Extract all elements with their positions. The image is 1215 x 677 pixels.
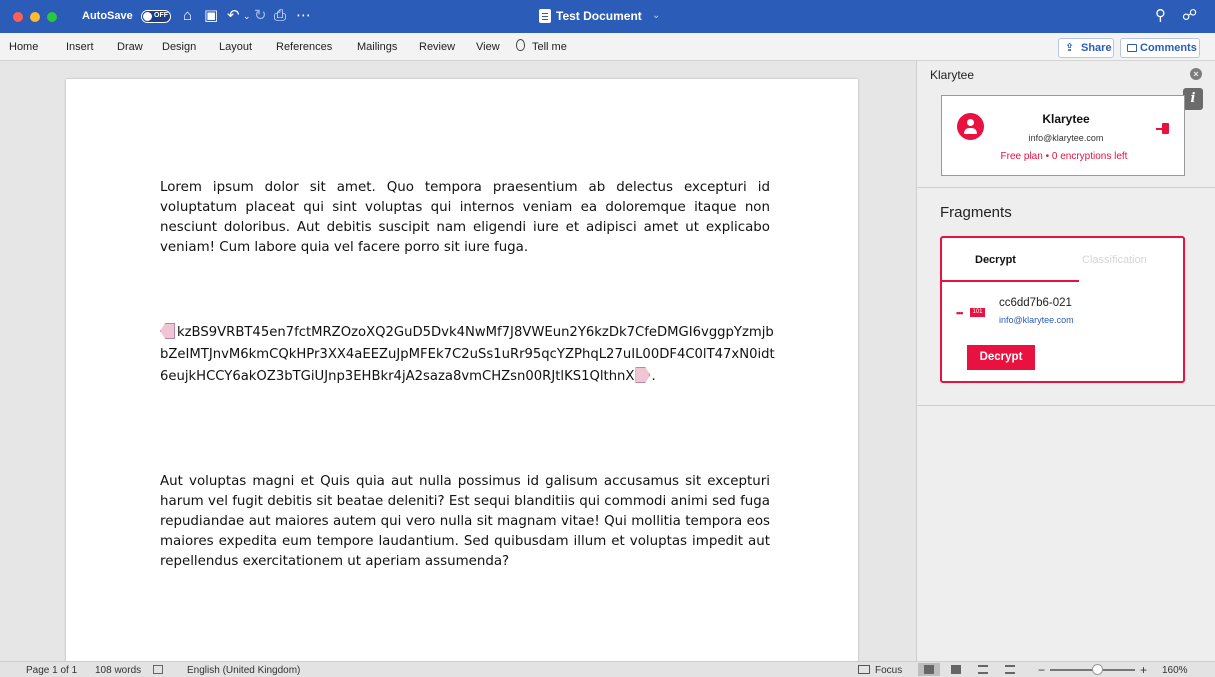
focus-icon[interactable] [858,665,870,674]
fragment-end-marker[interactable] [635,367,651,383]
lightbulb-icon [516,39,525,51]
share-label: Share [1081,42,1112,54]
user-name: Klarytee [1042,112,1090,126]
ribbon: Home Insert Draw Design Layout Reference… [0,33,1215,61]
toggle-knob [143,12,152,21]
tab-layout[interactable]: Layout [219,41,252,53]
fragment-start-marker[interactable] [160,323,175,339]
active-tab-indicator [942,280,1079,282]
chevron-down-icon[interactable]: ⌄ [652,10,660,21]
language[interactable]: English (United Kingdom) [187,665,300,676]
document-icon [539,9,551,23]
share-button[interactable]: ⇪ Share [1058,38,1114,58]
minimize-window-button[interactable] [30,12,40,22]
draft-view-button[interactable] [999,663,1021,676]
close-icon[interactable]: × [1190,68,1202,80]
undo-icon[interactable]: ↶ [227,7,240,25]
tab-insert[interactable]: Insert [66,41,94,53]
logout-icon[interactable] [1156,123,1169,134]
tab-home[interactable]: Home [9,41,38,53]
autosave-state: OFF [154,12,168,19]
document-title[interactable]: Test Document [556,9,642,23]
user-card: Klarytee info@klarytee.com Free plan • 0… [941,95,1185,176]
home-icon[interactable]: ⌂ [183,7,192,25]
comments-button[interactable]: Comments [1120,38,1200,58]
more-icon[interactable]: ⋯ [296,7,311,25]
tab-view[interactable]: View [476,41,500,53]
page-count[interactable]: Page 1 of 1 [26,665,77,676]
user-email: info@klarytee.com [1028,133,1104,143]
cipher-suffix: . [651,369,656,384]
focus-mode[interactable]: Focus [875,665,902,676]
cipher-text: kzBS9VRBT45en7fctMRZOzoXQ2GuD5Dvk4NwMf7J… [160,325,775,384]
tab-references[interactable]: References [276,41,332,53]
zoom-window-button[interactable] [47,12,57,22]
close-window-button[interactable] [13,12,23,22]
tab-decrypt[interactable]: Decrypt [975,254,1016,266]
binary-label: 101 [970,308,985,317]
print-icon[interactable]: ⎙ [274,7,286,25]
search-icon[interactable]: ⚲ [1155,7,1166,25]
share-icon: ⇪ [1065,42,1075,54]
autosave-label: AutoSave [82,10,133,22]
document-page[interactable]: Lorem ipsum dolor sit amet. Quo tempora … [66,79,858,677]
zoom-in-button[interactable]: + [1140,663,1147,677]
zoom-slider-thumb[interactable] [1092,664,1103,675]
tab-review[interactable]: Review [419,41,455,53]
paragraph[interactable]: Aut voluptas magni et Quis quia aut null… [160,472,770,572]
status-bar: Page 1 of 1 108 words English (United Ki… [0,661,1215,677]
zoom-level[interactable]: 160% [1162,665,1188,676]
web-layout-view-button[interactable] [945,663,967,676]
encrypted-fragment-icon: ••• 101 [956,308,986,318]
web-layout-icon [951,665,961,674]
fragment-owner-email[interactable]: info@klarytee.com [999,315,1074,325]
autosave-toggle[interactable]: OFF [141,10,171,23]
plan-status: Free plan • 0 encryptions left [1000,151,1128,162]
document-canvas[interactable]: Lorem ipsum dolor sit amet. Quo tempora … [0,61,916,677]
tell-me-search[interactable]: Tell me [532,41,567,53]
zoom-out-button[interactable]: − [1038,663,1045,677]
tab-mailings[interactable]: Mailings [357,41,397,53]
fragments-card: Decrypt Classification ••• 101 cc6dd7b6-… [940,236,1185,383]
tab-classification[interactable]: Classification [1082,254,1147,266]
outline-icon [978,665,988,674]
draft-icon [1005,665,1015,674]
fragments-heading: Fragments [940,204,1012,221]
fragment-id: cc6dd7b6-021 [999,297,1072,309]
comments-label: Comments [1140,42,1197,54]
fragment-dots: ••• [956,308,964,318]
klarytee-task-pane: Klarytee × i Klarytee info@klarytee.com … [916,61,1215,661]
proofing-icon[interactable] [153,665,163,674]
paragraph[interactable]: Lorem ipsum dolor sit amet. Quo tempora … [160,178,770,258]
divider [917,187,1215,188]
share-people-icon[interactable]: ☍ [1182,7,1197,25]
outline-view-button[interactable] [972,663,994,676]
divider [917,405,1215,406]
print-layout-view-button[interactable] [918,663,940,676]
print-layout-icon [924,665,934,674]
pane-title: Klarytee [930,68,975,82]
save-icon[interactable]: ▣ [204,7,218,25]
redo-icon[interactable]: ↻ [254,7,267,25]
decrypt-button[interactable]: Decrypt [967,345,1035,370]
tab-draw[interactable]: Draw [117,41,143,53]
encrypted-fragment[interactable]: kzBS9VRBT45en7fctMRZOzoXQ2GuD5Dvk4NwMf7J… [160,322,775,388]
word-count[interactable]: 108 words [95,665,141,676]
comment-icon [1127,44,1137,52]
title-bar: AutoSave OFF ⌂ ▣ ↶ ⌄ ↻ ⎙ ⋯ Test Document… [0,0,1215,33]
tab-design[interactable]: Design [162,41,196,53]
undo-dropdown-icon[interactable]: ⌄ [243,7,251,25]
info-icon[interactable]: i [1183,88,1203,110]
